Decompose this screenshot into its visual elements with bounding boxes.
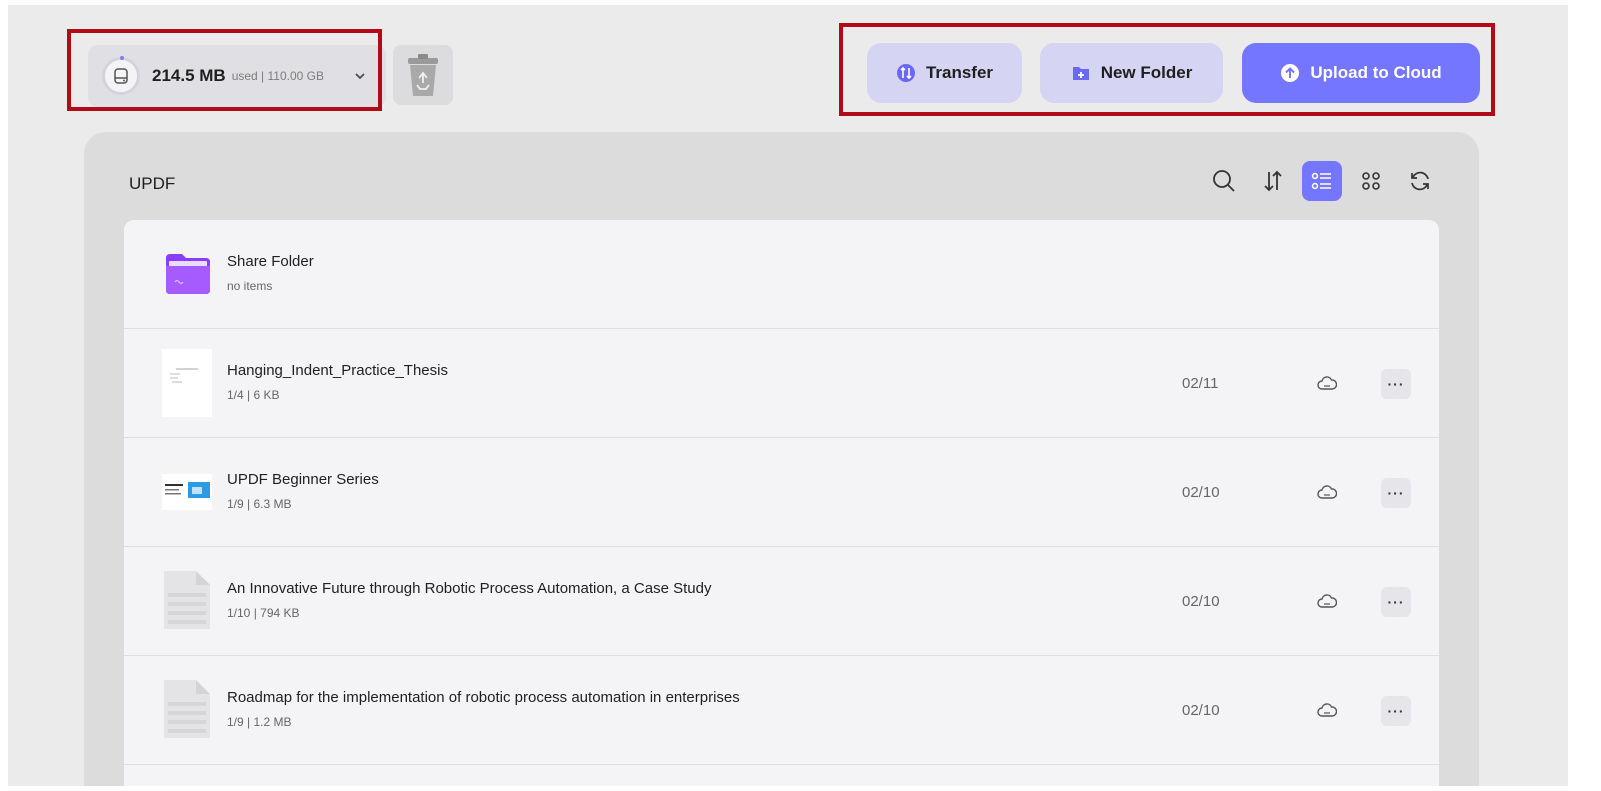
cloud-icon[interactable] [1316,701,1338,719]
new-folder-label: New Folder [1100,63,1193,82]
cloud-icon[interactable] [1316,483,1338,501]
file-row-share-folder[interactable]: Share Folder no items [124,220,1439,329]
more-options-button[interactable]: ··· [1381,369,1411,399]
pdf-placeholder-icon [162,678,212,740]
file-name: Share Folder [227,253,314,270]
file-date: 02/11 [1182,375,1219,392]
transfer-label: Transfer [925,63,994,82]
file-meta: no items [227,279,273,293]
more-options-button[interactable]: ··· [1381,587,1411,617]
new-folder-button[interactable]: New Folder [1040,43,1223,103]
trash-icon [408,54,438,96]
file-row[interactable]: Roadmap for the implementation of roboti… [124,656,1439,765]
list-view-icon [1311,172,1331,190]
file-date: 02/10 [1182,702,1220,719]
file-name: UPDF Beginner Series [227,471,379,488]
grid-view-button[interactable] [1351,161,1391,201]
file-row[interactable]: An Innovative Future through Robotic Pro… [124,547,1439,656]
app-window: 214.5 MB used | 110.00 GB Transfer New F… [8,5,1568,786]
document-thumbnail [162,349,212,417]
chevron-down-icon[interactable] [354,69,366,83]
file-date: 02/10 [1182,484,1220,501]
panel-title: UPDF [129,174,176,193]
list-view-button[interactable] [1302,161,1342,201]
search-button[interactable] [1204,161,1244,201]
search-icon [1213,170,1235,192]
file-panel: UPDF Share Folder no items Hanging_Inden… [84,132,1479,786]
refresh-button[interactable] [1400,161,1440,201]
upload-label: Upload to Cloud [1310,63,1442,82]
file-name: Hanging_Indent_Practice_Thesis [227,362,448,379]
sort-icon [1264,170,1282,192]
pdf-placeholder-icon [162,569,212,631]
upload-icon [1280,63,1300,83]
folder-icon [164,247,212,301]
storage-total: used | 110.00 GB [231,69,324,83]
file-name: An Innovative Future through Robotic Pro… [227,580,712,597]
slides-thumbnail [162,474,212,510]
more-options-button[interactable]: ··· [1381,478,1411,508]
file-meta: 1/9 | 1.2 MB [227,715,292,729]
file-list: Share Folder no items Hanging_Indent_Pra… [124,220,1439,786]
file-row[interactable]: Hanging_Indent_Practice_Thesis 1/4 | 6 K… [124,329,1439,438]
cloud-icon[interactable] [1316,374,1338,392]
trash-button[interactable] [393,45,453,105]
storage-used: 214.5 MB [152,66,226,85]
file-row[interactable]: UPDF Beginner Series 1/9 | 6.3 MB 02/10 … [124,438,1439,547]
storage-indicator[interactable]: 214.5 MB used | 110.00 GB [88,45,386,107]
drive-icon [102,56,140,95]
file-meta: 1/4 | 6 KB [227,388,280,402]
refresh-icon [1411,171,1429,191]
transfer-icon [896,63,916,83]
grid-view-icon [1362,172,1380,190]
upload-to-cloud-button[interactable]: Upload to Cloud [1242,43,1480,103]
file-name: Roadmap for the implementation of roboti… [227,689,740,706]
file-meta: 1/10 | 794 KB [227,606,300,620]
transfer-button[interactable]: Transfer [867,43,1022,103]
file-date: 02/10 [1182,593,1220,610]
more-options-button[interactable]: ··· [1381,696,1411,726]
file-meta: 1/9 | 6.3 MB [227,497,292,511]
folder-plus-icon [1071,63,1091,83]
sort-button[interactable] [1253,161,1293,201]
cloud-icon[interactable] [1316,592,1338,610]
